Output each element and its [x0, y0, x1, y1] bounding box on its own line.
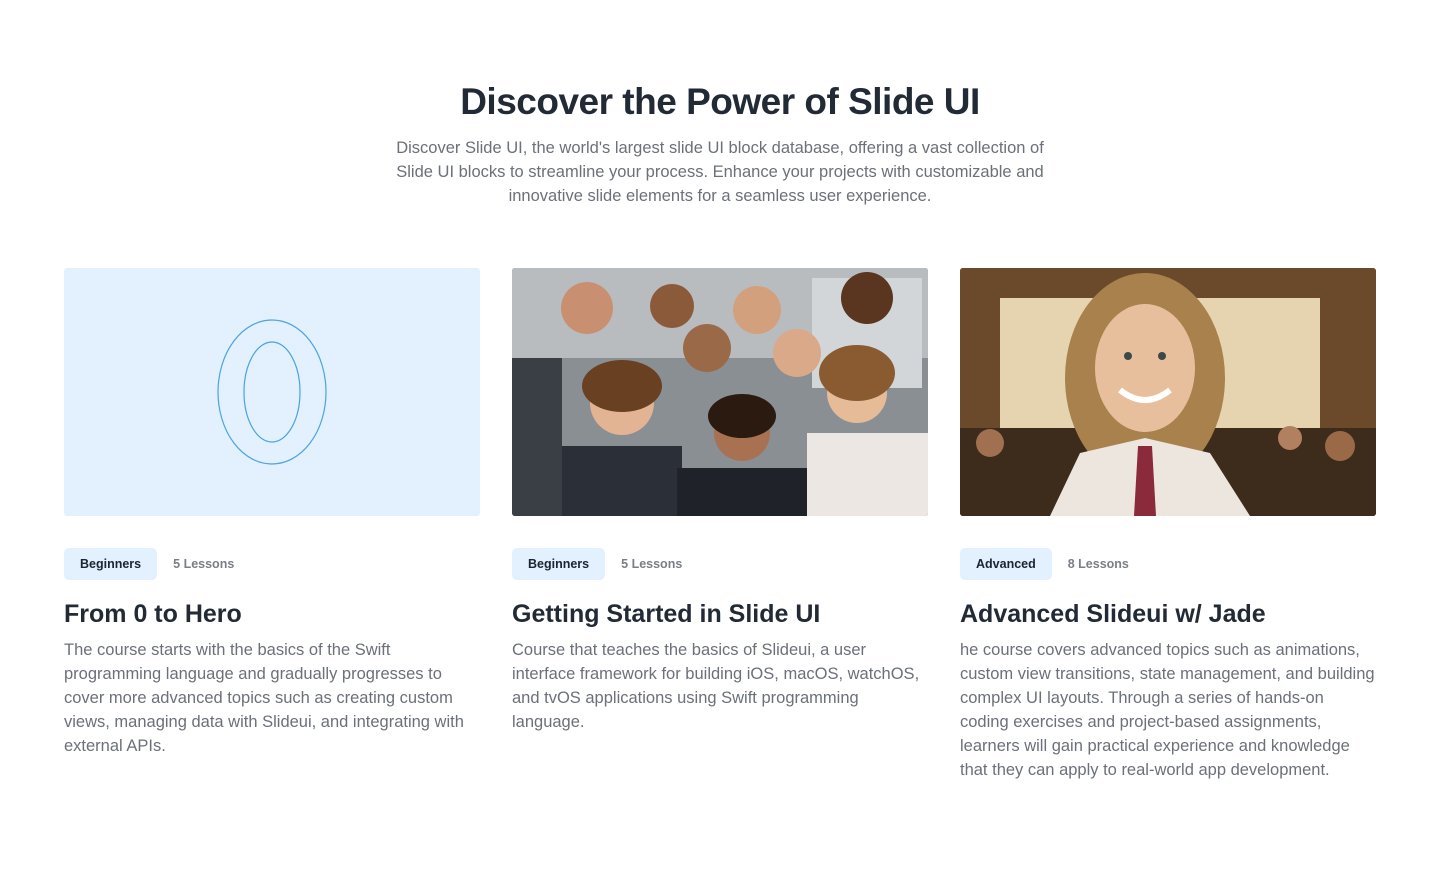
section-title: Discover the Power of Slide UI	[460, 81, 980, 122]
zero-outline-icon	[217, 319, 327, 465]
course-meta: Beginners 5 Lessons	[512, 548, 928, 580]
level-badge: Beginners	[512, 548, 606, 580]
team-photo	[512, 268, 928, 516]
course-thumbnail[interactable]	[960, 268, 1376, 516]
lesson-count: 5 Lessons	[621, 557, 683, 571]
course-card-from-zero[interactable]: Beginners 5 Lessons From 0 to Hero The c…	[64, 268, 480, 782]
section-header: Discover the Power of Slide UI Discover …	[0, 80, 1440, 208]
instructor-photo	[960, 268, 1376, 516]
course-meta: Beginners 5 Lessons	[64, 548, 480, 580]
course-meta: Advanced 8 Lessons	[960, 548, 1376, 580]
lesson-count: 8 Lessons	[1067, 557, 1129, 571]
course-card-getting-started[interactable]: Beginners 5 Lessons Getting Started in S…	[512, 268, 928, 782]
course-thumbnail[interactable]	[64, 268, 480, 516]
lesson-count: 5 Lessons	[173, 557, 235, 571]
course-card-advanced[interactable]: Advanced 8 Lessons Advanced Slideui w/ J…	[960, 268, 1376, 782]
course-description: he course covers advanced topics such as…	[960, 641, 1375, 779]
course-thumbnail[interactable]	[512, 268, 928, 516]
section-subtitle: Discover Slide UI, the world's largest s…	[396, 139, 1044, 205]
level-badge: Beginners	[64, 548, 158, 580]
page: Discover the Power of Slide UI Discover …	[0, 0, 1440, 884]
course-cards: Beginners 5 Lessons From 0 to Hero The c…	[64, 268, 1376, 782]
course-title[interactable]: Advanced Slideui w/ Jade	[960, 599, 1376, 629]
course-title[interactable]: Getting Started in Slide UI	[512, 599, 928, 629]
course-description: Course that teaches the basics of Slideu…	[512, 641, 920, 731]
course-description: The course starts with the basics of the…	[64, 641, 464, 755]
level-badge: Advanced	[960, 548, 1052, 580]
course-title[interactable]: From 0 to Hero	[64, 599, 480, 629]
